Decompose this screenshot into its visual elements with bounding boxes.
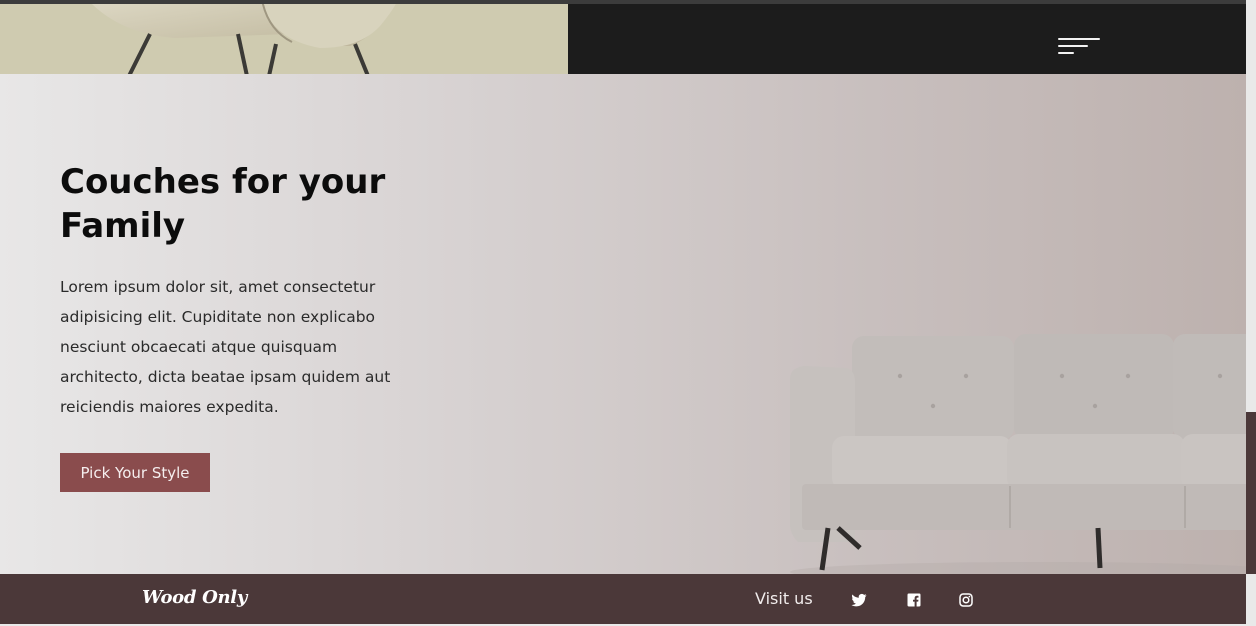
hero-description: Lorem ipsum dolor sit, amet consectetur … [60,278,391,416]
hero-section: Couches for your Family Lorem ipsum dolo… [0,74,1246,574]
brand-logo[interactable]: Wood Only [142,587,247,608]
hamburger-menu-icon[interactable] [1058,36,1102,58]
facebook-icon[interactable] [906,592,922,608]
instagram-icon[interactable] [958,592,974,608]
pick-your-style-button[interactable]: Pick Your Style [60,453,210,492]
scrollbar-thumb[interactable] [1246,412,1256,574]
visit-us-label: Visit us [755,589,813,608]
hero-title: Couches for your Family [60,162,386,246]
sofa-image [790,334,1246,574]
menu-line [1058,45,1088,47]
menu-line [1058,38,1100,40]
header-dark-band [568,4,1246,74]
header-chair-image [0,4,568,74]
footer: Wood Only Visit us [0,574,1246,624]
armchair-illustration [0,4,568,74]
menu-line [1058,52,1074,54]
twitter-icon[interactable] [851,592,867,608]
